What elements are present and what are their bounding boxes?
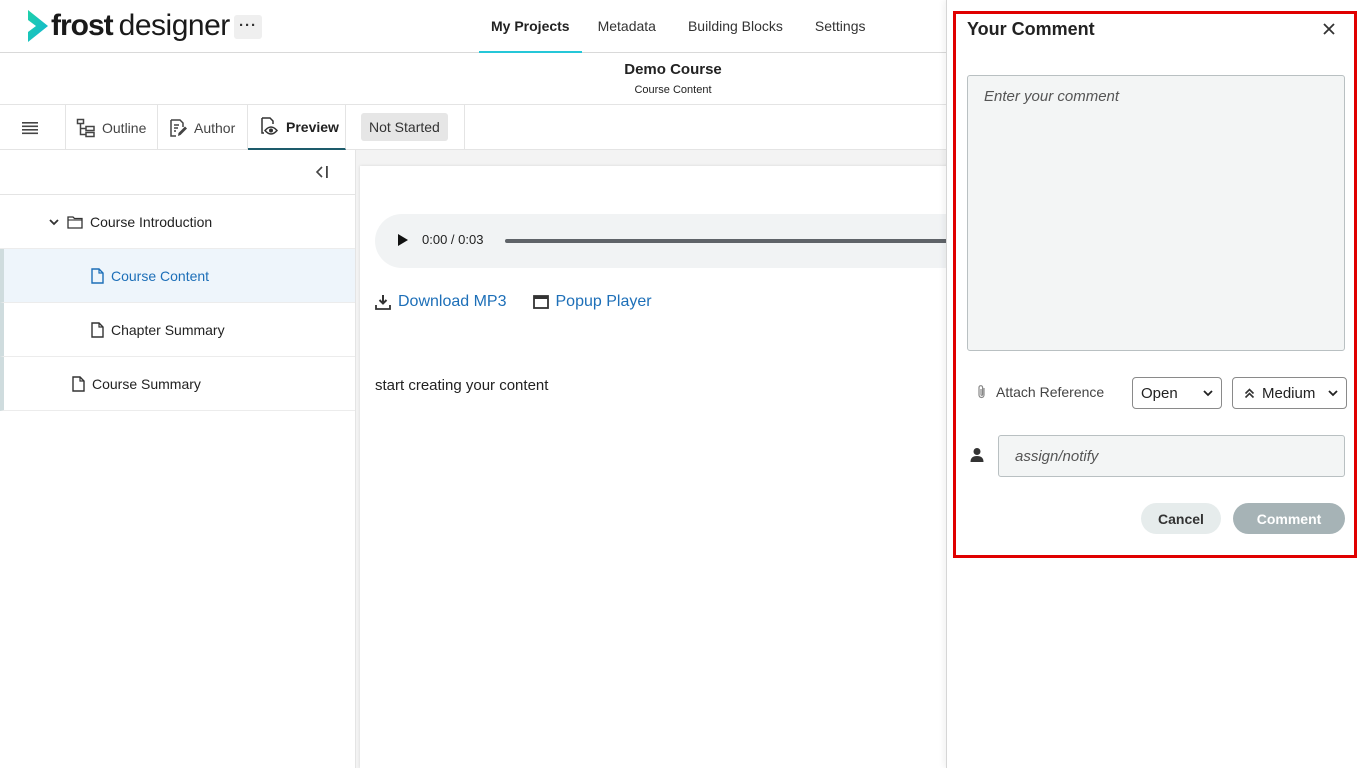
popup-player-label: Popup Player (555, 293, 652, 310)
user-icon (970, 448, 984, 462)
audio-progress-track[interactable] (505, 239, 965, 243)
cancel-button[interactable]: Cancel (1141, 503, 1221, 534)
submit-comment-button[interactable]: Comment (1233, 503, 1345, 534)
audio-player[interactable]: 0:00 / 0:03 (375, 214, 975, 268)
nav-building-blocks[interactable]: Building Blocks (672, 0, 799, 53)
more-options-button[interactable]: ··· (234, 15, 262, 39)
attach-reference-label: Attach Reference (996, 384, 1105, 400)
comment-textarea[interactable] (967, 75, 1345, 351)
comment-panel-title: Your Comment (967, 19, 1095, 39)
outline-tree-icon (76, 118, 95, 137)
page-icon (72, 375, 85, 392)
tab-preview-label: Preview (286, 118, 339, 135)
chevron-down-icon[interactable] (48, 216, 60, 228)
hamburger-menu-icon (21, 121, 38, 134)
folder-icon (67, 215, 83, 229)
toolbar-divider (464, 105, 465, 150)
window-icon (532, 295, 549, 309)
download-mp3-label: Download MP3 (398, 293, 507, 310)
chevron-down-icon (1328, 390, 1338, 397)
tab-author-label: Author (194, 119, 236, 136)
tree-item-label: Course Introduction (90, 213, 213, 230)
status-select-value: Open (1141, 384, 1178, 402)
collapse-sidebar-icon[interactable] (314, 164, 330, 180)
priority-up-icon (1244, 387, 1255, 398)
logo-text-designer: designer (118, 9, 231, 42)
frost-designer-logo[interactable]: frost designer (27, 8, 230, 44)
download-mp3-link[interactable]: Download MP3 (375, 293, 507, 311)
tree-item-course-content[interactable]: Course Content (0, 249, 355, 303)
page-icon (91, 321, 104, 338)
audio-time: 0:00 / 0:03 (422, 232, 484, 247)
outline-sidebar: Course Introduction Course Content Chapt… (0, 150, 356, 768)
sidebar-collapse-bar (0, 150, 355, 195)
tree-item-label: Chapter Summary (111, 321, 225, 338)
status-badge[interactable]: Not Started (361, 113, 448, 141)
tree-item-label: Course Summary (92, 375, 201, 392)
play-icon[interactable] (397, 233, 409, 247)
content-body-text: start creating your content (375, 377, 549, 394)
logo-chevron-icon (28, 10, 48, 42)
author-edit-icon (170, 118, 187, 137)
logo-text-frost: frost (51, 9, 114, 42)
menu-toggle-button[interactable] (0, 105, 66, 150)
close-icon[interactable] (1320, 20, 1338, 38)
tab-author[interactable]: Author (158, 105, 248, 150)
tree-item-course-summary[interactable]: Course Summary (0, 357, 355, 411)
media-links: Download MP3 Popup Player (375, 293, 678, 311)
attach-reference-button[interactable]: Attach Reference (976, 384, 1104, 400)
tree-item-chapter-summary[interactable]: Chapter Summary (0, 303, 355, 357)
top-navigation: My Projects Metadata Building Blocks Set… (479, 0, 882, 53)
preview-eye-icon (261, 116, 278, 135)
status-select[interactable]: Open (1132, 377, 1222, 409)
tree-item-label: Course Content (111, 267, 210, 284)
paperclip-icon (978, 385, 985, 399)
nav-metadata[interactable]: Metadata (582, 0, 672, 53)
tab-outline-label: Outline (102, 119, 147, 136)
tree-item-course-introduction[interactable]: Course Introduction (0, 195, 355, 249)
assign-notify-input[interactable] (998, 435, 1345, 477)
tab-outline[interactable]: Outline (66, 105, 158, 150)
download-icon (375, 295, 391, 310)
nav-my-projects[interactable]: My Projects (479, 0, 582, 53)
priority-select[interactable]: Medium (1232, 377, 1347, 409)
popup-player-link[interactable]: Popup Player (532, 293, 652, 311)
chevron-down-icon (1203, 390, 1213, 397)
tab-preview[interactable]: Preview (248, 105, 346, 150)
page-icon (91, 267, 104, 284)
priority-select-value: Medium (1262, 384, 1316, 402)
nav-settings[interactable]: Settings (799, 0, 882, 53)
